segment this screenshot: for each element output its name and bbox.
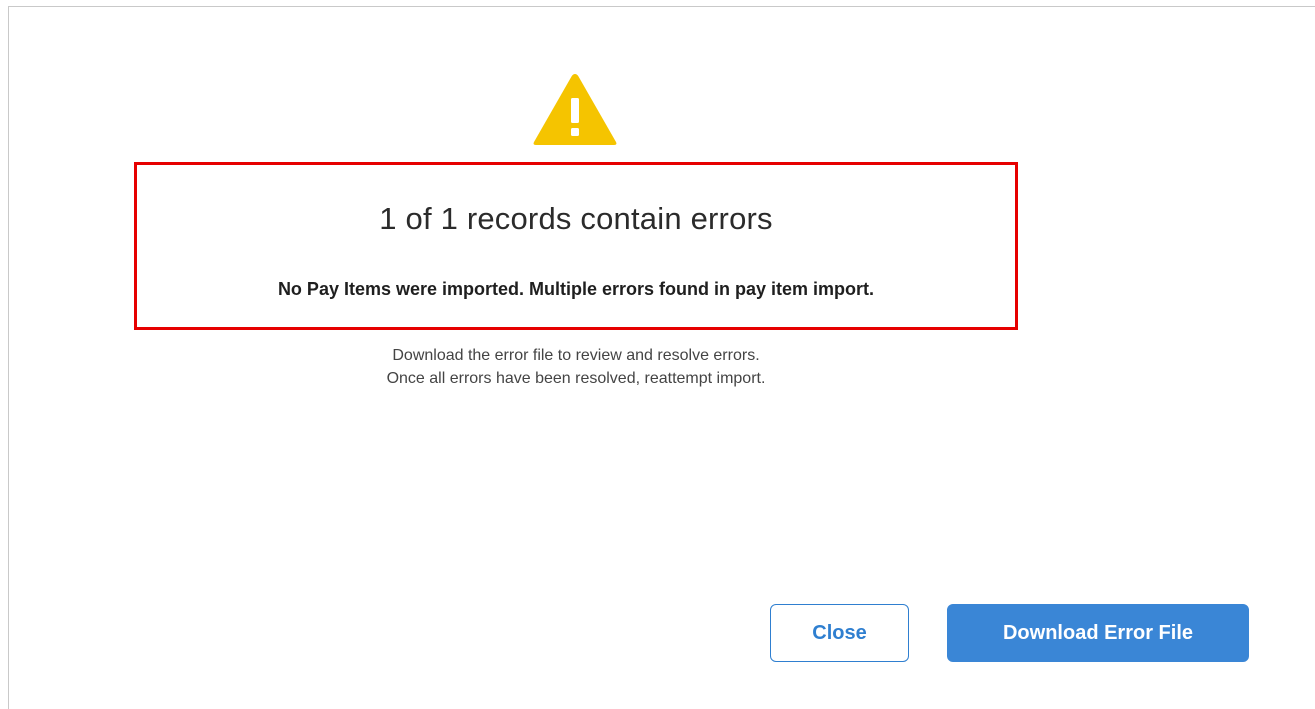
import-status-text: No Pay Items were imported. Multiple err…	[277, 279, 875, 299]
import-error-dialog: 1 of 1 records contain errors No Pay Ite…	[8, 6, 1315, 709]
error-count-heading: 1 of 1 records contain errors	[379, 201, 773, 236]
instructions-line-1: Download the error file to review and re…	[392, 347, 760, 364]
instructions-text: Download the error file to review and re…	[9, 344, 1143, 390]
close-button[interactable]: Close	[770, 604, 909, 662]
download-error-file-button[interactable]: Download Error File	[947, 604, 1249, 662]
error-summary-highlight: 1 of 1 records contain errors No Pay Ite…	[134, 162, 1018, 330]
warning-icon	[533, 74, 617, 145]
instructions-line-2: Once all errors have been resolved, reat…	[386, 370, 766, 387]
